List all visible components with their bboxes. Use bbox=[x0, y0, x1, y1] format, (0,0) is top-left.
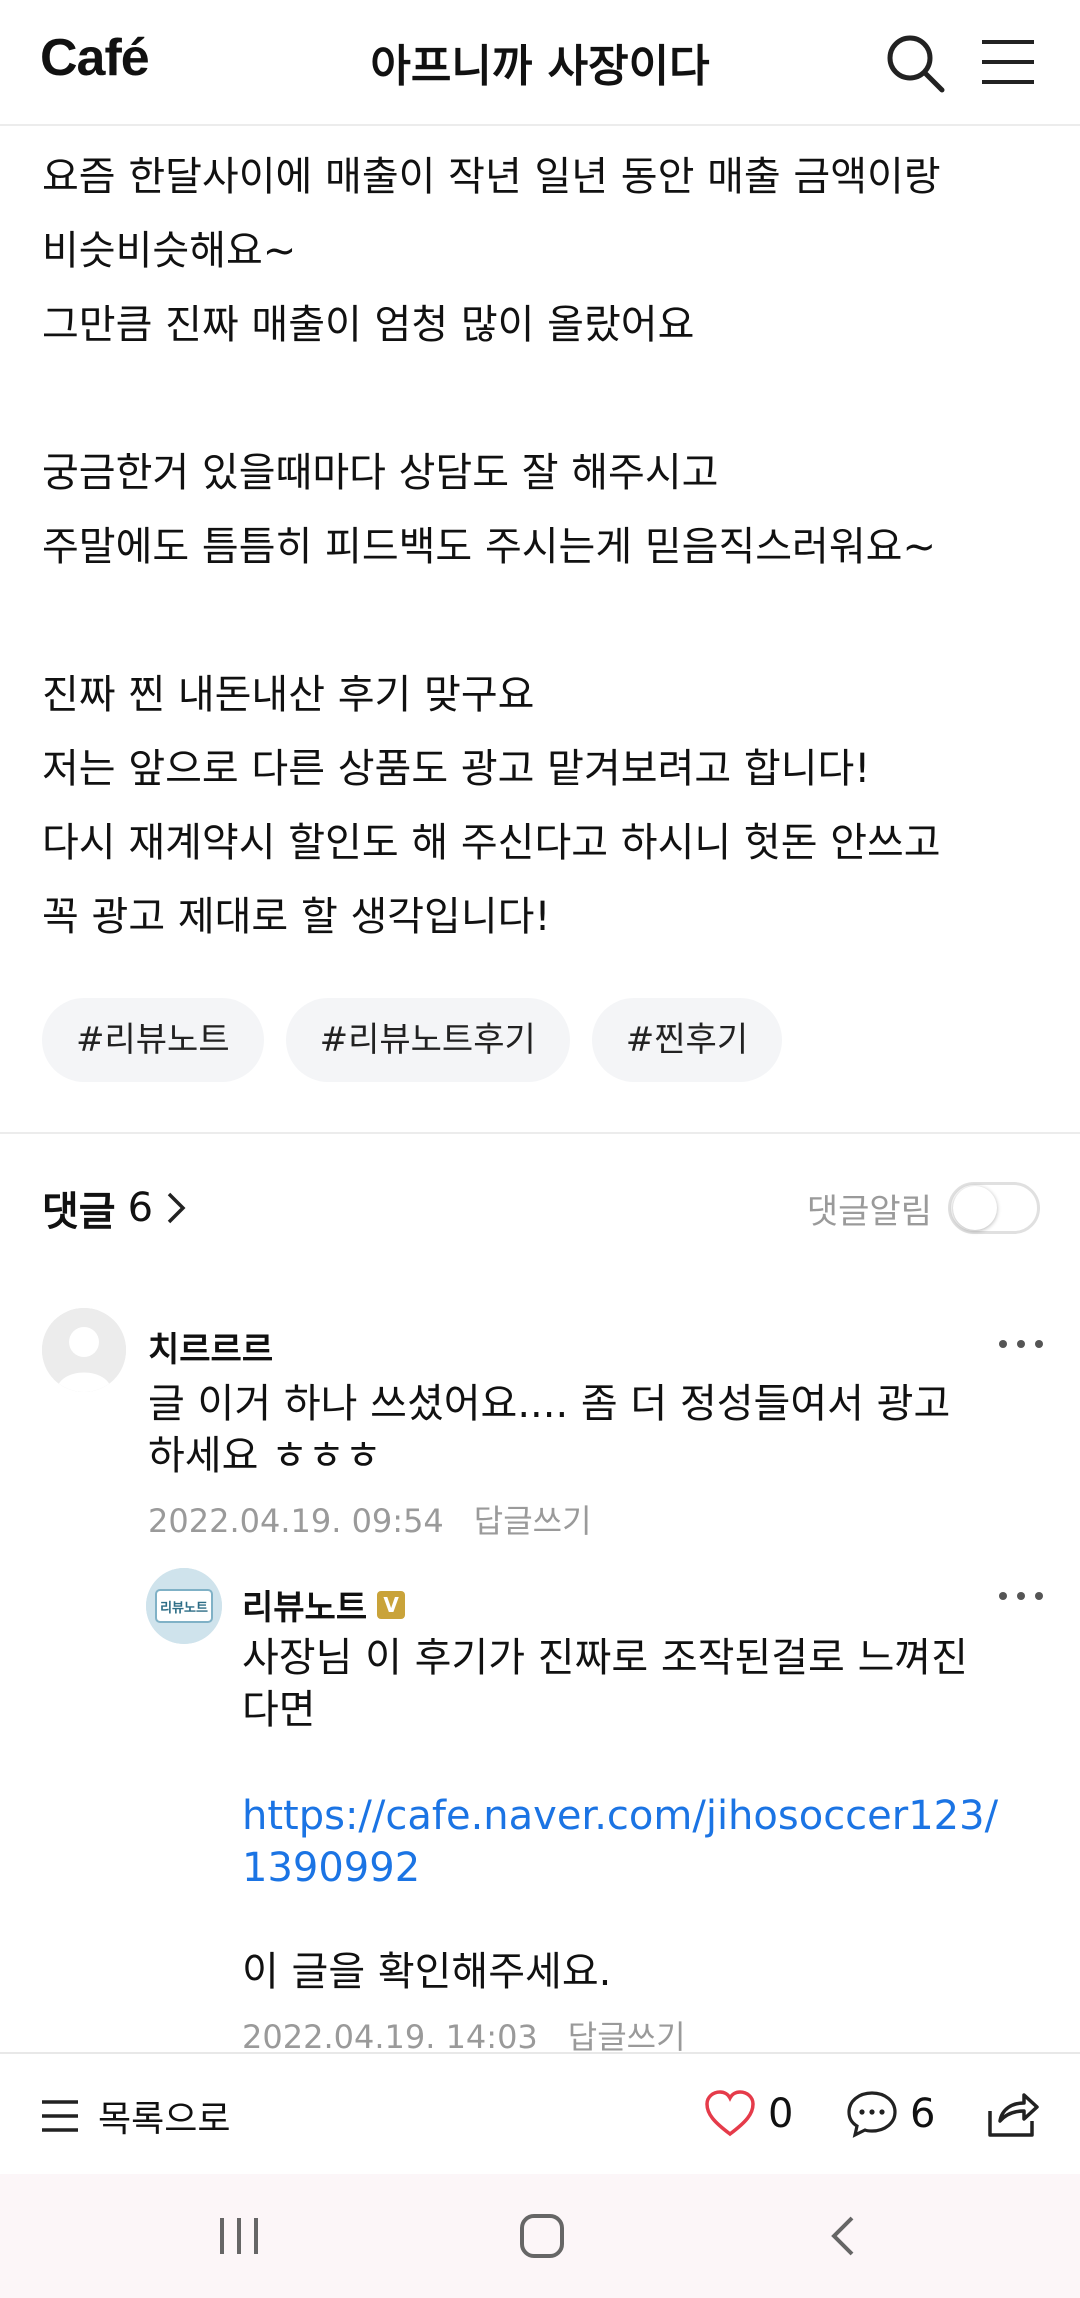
comment-text-line: 사장님 이 후기가 진짜로 조작된걸로 느껴진 bbox=[242, 1635, 968, 1681]
more-icon[interactable] bbox=[996, 1586, 1046, 1606]
comment-text-line: 하세요 ㅎㅎㅎ bbox=[148, 1433, 382, 1479]
comments-count: 6 bbox=[127, 1185, 154, 1231]
comment-author[interactable]: 리뷰노트 bbox=[242, 1580, 367, 1629]
back-icon[interactable] bbox=[826, 2214, 862, 2258]
manager-badge: V bbox=[377, 1590, 406, 1619]
comment-text-line: 글 이거 하나 쓰셨어요.... 좀 더 정성들여서 광고 bbox=[148, 1381, 951, 1427]
comment-text: 사장님 이 후기가 진짜로 조작된걸로 느껴진 다면 bbox=[242, 1632, 968, 1736]
post-line: 다시 재계약시 할인도 해 주신다고 하시니 헛돈 안쓰고 bbox=[42, 820, 941, 866]
comment-author-row: 리뷰노트 V bbox=[242, 1580, 406, 1629]
post-line: 저는 앞으로 다른 상품도 광고 맡겨보려고 합니다! bbox=[42, 746, 871, 792]
comment-count: 6 bbox=[910, 2091, 936, 2137]
app-header: Café 아프니까 사장이다 bbox=[0, 0, 1080, 126]
avatar[interactable] bbox=[42, 1308, 126, 1392]
avatar-text: 리뷰노트 bbox=[160, 1600, 208, 1616]
recent-apps-icon[interactable] bbox=[214, 2214, 264, 2258]
hamburger-menu-icon[interactable] bbox=[976, 30, 1040, 94]
like-button[interactable]: 0 bbox=[704, 2084, 793, 2144]
share-icon bbox=[988, 2093, 1039, 2137]
tag-chip[interactable]: #리뷰노트후기 bbox=[285, 998, 570, 1082]
bottom-action-bar: 목록으로 0 6 bbox=[0, 2052, 1080, 2174]
tag-chip[interactable]: #리뷰노트 bbox=[42, 998, 264, 1082]
reply-button[interactable]: 답글쓰기 bbox=[474, 1502, 592, 1540]
like-count: 0 bbox=[768, 2091, 794, 2137]
post-line bbox=[42, 584, 1052, 658]
comment-notify-toggle[interactable] bbox=[948, 1182, 1040, 1234]
comment-count-button[interactable]: 6 bbox=[846, 2084, 935, 2144]
comment-text-line: 다면 bbox=[242, 1687, 316, 1733]
comment-link[interactable]: https://cafe.naver.com/jihosoccer123/ 13… bbox=[242, 1790, 998, 1894]
list-icon bbox=[42, 2100, 78, 2132]
tag-list: #리뷰노트 #리뷰노트후기 #찐후기 bbox=[42, 998, 783, 1082]
home-icon[interactable] bbox=[518, 2212, 566, 2260]
post-line: 궁금한거 있을때마다 상담도 잘 해주시고 bbox=[42, 450, 719, 496]
comment-text-closing: 이 글을 확인해주세요. bbox=[242, 1949, 612, 1995]
comment-text: 글 이거 하나 쓰셨어요.... 좀 더 정성들여서 광고 하세요 ㅎㅎㅎ bbox=[148, 1378, 950, 1482]
reviewnote-logo-icon: 리뷰노트 bbox=[146, 1568, 222, 1644]
default-avatar-icon bbox=[42, 1308, 126, 1392]
comment-date: 2022.04.19. 09:54 bbox=[148, 1502, 444, 1540]
post-line: 요즘 한달사이에 매출이 작년 일년 동안 매출 금액이랑 bbox=[42, 154, 941, 200]
comment-meta: 2022.04.19. 09:54 답글쓰기 bbox=[148, 1496, 592, 1542]
post-line: 주말에도 틈틈히 피드백도 주시는게 믿음직스러워요~ bbox=[42, 524, 936, 570]
link-line[interactable]: https://cafe.naver.com/jihosoccer123/ bbox=[242, 1790, 998, 1842]
post-line: 비슷비슷해요~ bbox=[42, 228, 297, 274]
link-line[interactable]: 1390992 bbox=[242, 1842, 998, 1894]
comment-date: 2022.04.19. 14:03 bbox=[242, 2018, 538, 2056]
avatar[interactable]: 리뷰노트 bbox=[146, 1568, 222, 1644]
heart-icon bbox=[705, 2090, 755, 2137]
comment-author[interactable]: 치르르르 bbox=[148, 1322, 273, 1371]
post-body: 요즘 한달사이에 매출이 작년 일년 동안 매출 금액이랑 비슷비슷해요~ 그만… bbox=[42, 140, 1052, 954]
post-line: 진짜 찐 내돈내산 후기 맞구요 bbox=[42, 672, 535, 718]
post-line: 그만큼 진짜 매출이 엄청 많이 올랐어요 bbox=[42, 302, 695, 348]
share-button[interactable] bbox=[986, 2084, 1040, 2144]
system-navigation-bar bbox=[0, 2174, 1080, 2298]
comment-icon bbox=[847, 2091, 897, 2138]
reply-button[interactable]: 답글쓰기 bbox=[568, 2018, 686, 2056]
toggle-knob bbox=[953, 1186, 997, 1230]
more-icon[interactable] bbox=[996, 1334, 1046, 1354]
section-divider bbox=[0, 1132, 1080, 1134]
search-icon[interactable] bbox=[880, 28, 950, 98]
chevron-right-icon bbox=[167, 1192, 186, 1224]
back-to-list-label: 목록으로 bbox=[98, 2099, 231, 2140]
comment-notify-label: 댓글알림 bbox=[806, 1191, 932, 1232]
comment-notify: 댓글알림 bbox=[807, 1180, 1040, 1236]
tag-chip[interactable]: #찐후기 bbox=[591, 998, 783, 1082]
back-to-list-button[interactable]: 목록으로 bbox=[40, 2088, 230, 2144]
post-line bbox=[42, 362, 1052, 436]
post-line: 꼭 광고 제대로 할 생각입니다! bbox=[42, 894, 551, 940]
comments-header-link[interactable]: 댓글 6 bbox=[42, 1180, 191, 1236]
comments-label: 댓글 bbox=[42, 1189, 116, 1235]
